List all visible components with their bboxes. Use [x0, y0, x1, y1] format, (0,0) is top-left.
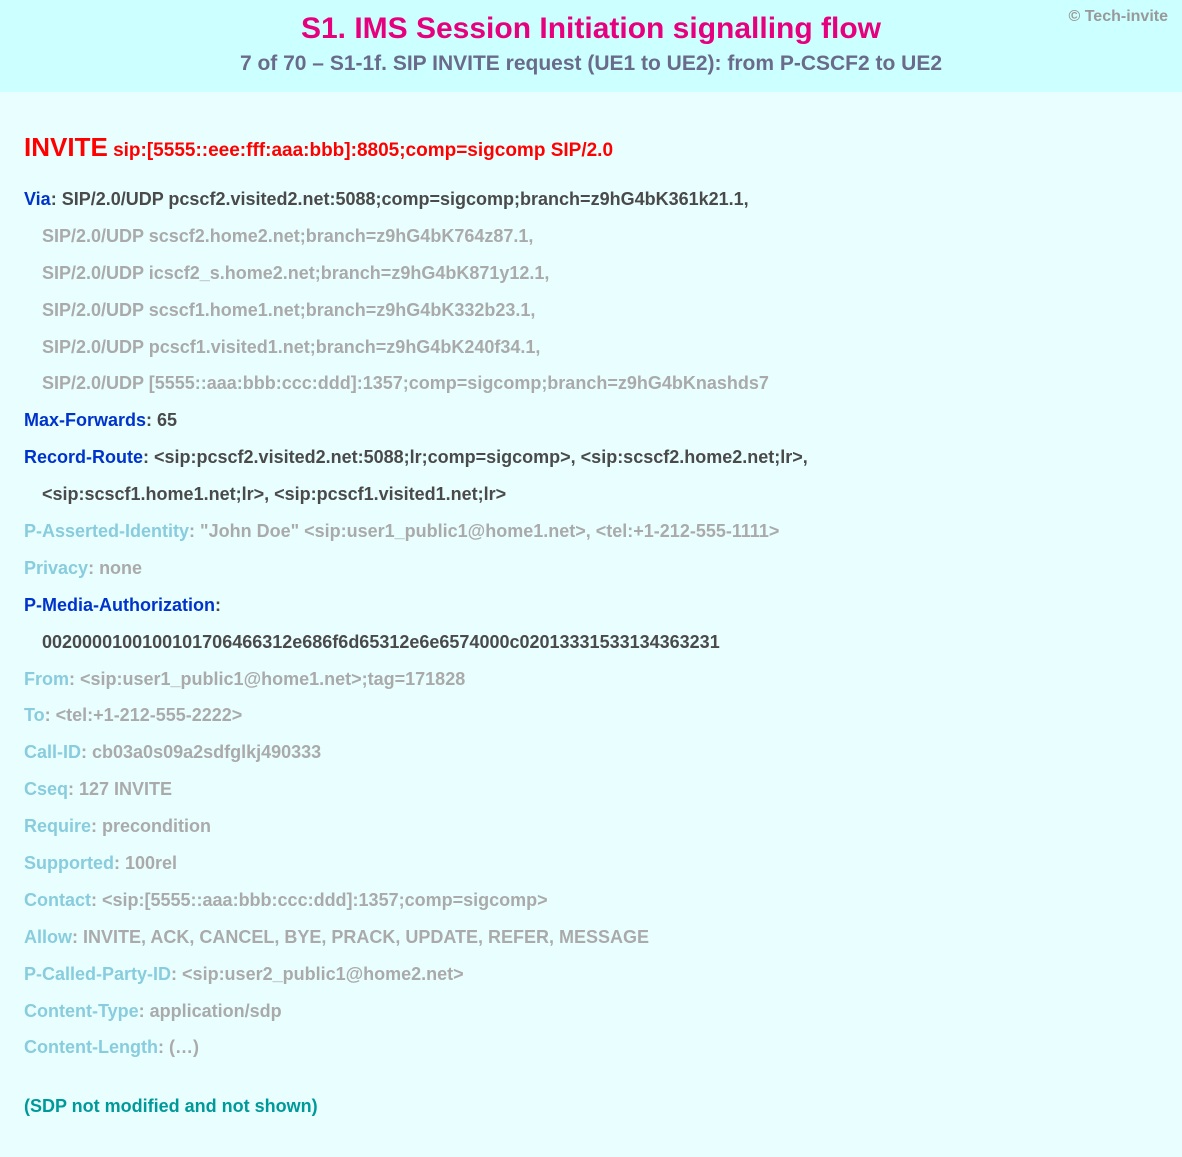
sip-header-line: From: <sip:user1_public1@home1.net>;tag=…: [24, 661, 1158, 698]
sip-request-uri: sip:[5555::eee:fff:aaa:bbb]:8805;comp=si…: [108, 140, 613, 161]
sip-header-name: P-Media-Authorization: [24, 595, 215, 615]
sip-header-value: "John Doe" <sip:user1_public1@home1.net>…: [200, 521, 779, 541]
sip-header-name: Contact: [24, 890, 91, 910]
sip-header-line: Content-Length: (…): [24, 1029, 1158, 1066]
sip-header-line: Allow: INVITE, ACK, CANCEL, BYE, PRACK, …: [24, 919, 1158, 956]
sip-header-line: Supported: 100rel: [24, 845, 1158, 882]
sip-header-continuation: SIP/2.0/UDP pcscf1.visited1.net;branch=z…: [24, 329, 1158, 366]
sip-header-value: cb03a0s09a2sdfglkj490333: [92, 742, 321, 762]
page-title: S1. IMS Session Initiation signalling fl…: [20, 12, 1162, 46]
sip-header-value: INVITE, ACK, CANCEL, BYE, PRACK, UPDATE,…: [83, 927, 649, 947]
sip-header-cont-value: SIP/2.0/UDP [5555::aaa:bbb:ccc:ddd]:1357…: [42, 373, 769, 393]
sip-header-name: Call-ID: [24, 742, 81, 762]
sip-header-cont-value: SIP/2.0/UDP pcscf1.visited1.net;branch=z…: [42, 337, 540, 357]
sip-header-line: Require: precondition: [24, 808, 1158, 845]
sip-header-cont-value: SIP/2.0/UDP scscf2.home2.net;branch=z9hG…: [42, 226, 533, 246]
sip-header-value: <tel:+1-212-555-2222>: [56, 705, 243, 725]
sip-header-line: P-Asserted-Identity: "John Doe" <sip:use…: [24, 513, 1158, 550]
sip-header-value: <sip:pcscf2.visited2.net:5088;lr;comp=si…: [154, 447, 808, 467]
sip-header-value: 65: [157, 410, 177, 430]
sip-header-name: P-Asserted-Identity: [24, 521, 189, 541]
sip-header-line: Max-Forwards: 65: [24, 402, 1158, 439]
sip-message-body: INVITE sip:[5555::eee:fff:aaa:bbb]:8805;…: [0, 92, 1182, 1157]
sip-header-name: To: [24, 705, 45, 725]
sip-header-name: Record-Route: [24, 447, 143, 467]
sip-header-name: Content-Type: [24, 1001, 139, 1021]
sip-header-continuation: SIP/2.0/UDP icscf2_s.home2.net;branch=z9…: [24, 255, 1158, 292]
sip-header-name: Max-Forwards: [24, 410, 146, 430]
sip-header-continuation: 0020000100100101706466312e686f6d65312e6e…: [24, 624, 1158, 661]
sip-header-line: Content-Type: application/sdp: [24, 993, 1158, 1030]
sip-header-line: Cseq: 127 INVITE: [24, 771, 1158, 808]
sip-header-continuation: <sip:scscf1.home1.net;lr>, <sip:pcscf1.v…: [24, 476, 1158, 513]
sip-header-name: Privacy: [24, 558, 88, 578]
sdp-note: (SDP not modified and not shown): [24, 1096, 1158, 1117]
sip-header-value: <sip:user1_public1@home1.net>;tag=171828: [80, 669, 465, 689]
sip-header-name: Content-Length: [24, 1037, 158, 1057]
sip-header-line: Via: SIP/2.0/UDP pcscf2.visited2.net:508…: [24, 181, 1158, 218]
sip-request-line: INVITE sip:[5555::eee:fff:aaa:bbb]:8805;…: [24, 132, 1158, 163]
sip-header-name: Require: [24, 816, 91, 836]
sip-header-name: Supported: [24, 853, 114, 873]
sip-header-line: P-Called-Party-ID: <sip:user2_public1@ho…: [24, 956, 1158, 993]
sip-header-value: 127 INVITE: [79, 779, 172, 799]
sip-header-value: (…): [169, 1037, 199, 1057]
sip-header-cont-value: 0020000100100101706466312e686f6d65312e6e…: [42, 632, 720, 652]
header-banner: © Tech-invite S1. IMS Session Initiation…: [0, 0, 1182, 92]
sip-header-name: Via: [24, 189, 51, 209]
sip-header-value: <sip:[5555::aaa:bbb:ccc:ddd]:1357;comp=s…: [102, 890, 548, 910]
sip-header-cont-value: SIP/2.0/UDP scscf1.home1.net;branch=z9hG…: [42, 300, 535, 320]
sip-header-line: Privacy: none: [24, 550, 1158, 587]
copyright-label: © Tech-invite: [1068, 8, 1168, 26]
sip-header-value: none: [99, 558, 142, 578]
sip-header-cont-value: SIP/2.0/UDP icscf2_s.home2.net;branch=z9…: [42, 263, 549, 283]
sip-header-line: Call-ID: cb03a0s09a2sdfglkj490333: [24, 734, 1158, 771]
sip-header-name: P-Called-Party-ID: [24, 964, 171, 984]
sip-header-value: SIP/2.0/UDP pcscf2.visited2.net:5088;com…: [62, 189, 749, 209]
page-subtitle: 7 of 70 – S1-1f. SIP INVITE request (UE1…: [20, 52, 1162, 76]
sip-header-name: From: [24, 669, 69, 689]
sip-header-name: Cseq: [24, 779, 68, 799]
sip-method: INVITE: [24, 132, 108, 162]
sip-header-continuation: SIP/2.0/UDP scscf1.home1.net;branch=z9hG…: [24, 292, 1158, 329]
sip-header-line: Contact: <sip:[5555::aaa:bbb:ccc:ddd]:13…: [24, 882, 1158, 919]
sip-header-continuation: SIP/2.0/UDP scscf2.home2.net;branch=z9hG…: [24, 218, 1158, 255]
sip-header-line: To: <tel:+1-212-555-2222>: [24, 697, 1158, 734]
sip-header-line: P-Media-Authorization:: [24, 587, 1158, 624]
sip-header-value: 100rel: [125, 853, 177, 873]
sip-header-continuation: SIP/2.0/UDP [5555::aaa:bbb:ccc:ddd]:1357…: [24, 365, 1158, 402]
sip-header-value: precondition: [102, 816, 211, 836]
sip-header-name: Allow: [24, 927, 72, 947]
sip-header-value: <sip:user2_public1@home2.net>: [182, 964, 464, 984]
sip-header-cont-value: <sip:scscf1.home1.net;lr>, <sip:pcscf1.v…: [42, 484, 506, 504]
sip-header-line: Record-Route: <sip:pcscf2.visited2.net:5…: [24, 439, 1158, 476]
sip-header-value: application/sdp: [150, 1001, 282, 1021]
